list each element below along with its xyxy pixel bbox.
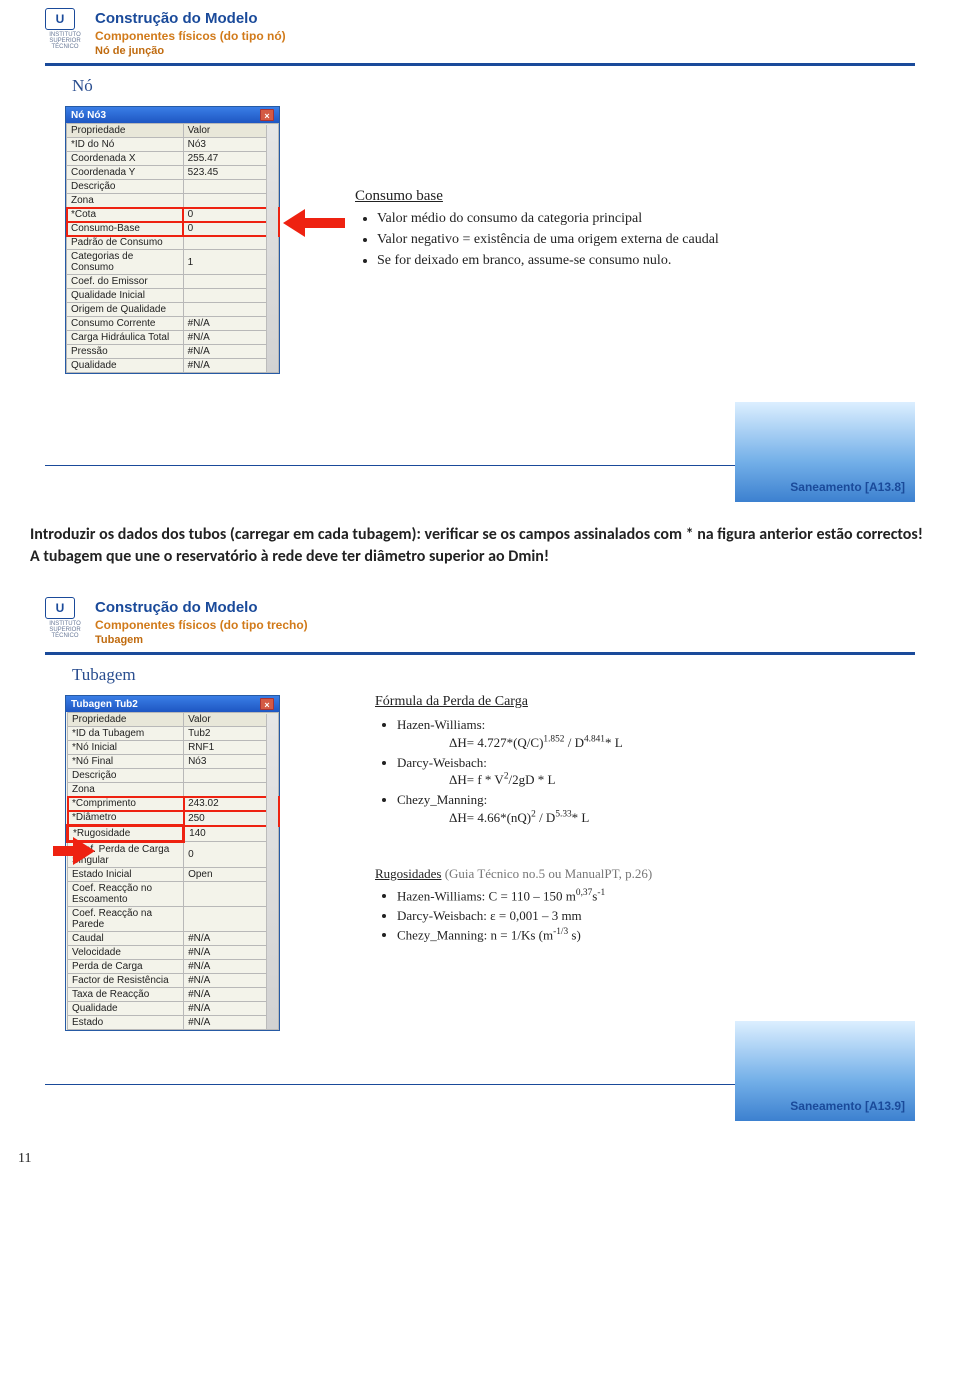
table-row[interactable]: Taxa de Reacção#N/A — [68, 988, 279, 1002]
header-rule — [45, 652, 915, 655]
slide1-footer-ref: Saneamento [A13.8] — [790, 480, 905, 494]
ist-logo: U — [45, 8, 75, 30]
rug-dw: Darcy-Weisbach: ε = 0,001 – 3 mm — [397, 907, 895, 925]
logo-wrap: U INSTITUTOSUPERIORTÉCNICO — [45, 8, 85, 50]
scrollbar[interactable] — [266, 714, 278, 1029]
consumo-base-callout: Consumo base Valor médio do consumo da c… — [355, 186, 875, 273]
table-header-cell: Propriedade — [67, 124, 184, 138]
table-row[interactable]: *Diâmetro250 — [68, 811, 279, 826]
table-row[interactable]: Qualidade#N/A — [67, 359, 279, 373]
table-row[interactable]: Coef. Reacção no Escoamento — [68, 882, 279, 907]
node-properties-dialog[interactable]: Nó Nó3 × PropriedadeValor*ID do NóNó3Coo… — [65, 106, 280, 374]
table-row[interactable]: Origem de Qualidade — [67, 303, 279, 317]
dialog-titlebar[interactable]: Tubagen Tub2 × — [66, 696, 279, 712]
dialog-title: Tubagen Tub2 — [71, 699, 138, 710]
dialog-title: Nó Nó3 — [71, 110, 106, 121]
table-row[interactable]: *Rugosidade140 — [68, 826, 279, 842]
table-row[interactable]: Categorias de Consumo1 — [67, 250, 279, 275]
divider — [45, 1084, 735, 1085]
table-row[interactable]: Caudal#N/A — [68, 932, 279, 946]
callout-title: Fórmula da Perda de Carga — [375, 693, 875, 712]
table-row[interactable]: Padrão de Consumo — [67, 236, 279, 250]
table-row[interactable]: Descrição — [68, 769, 279, 783]
red-arrow-icon — [53, 837, 95, 865]
table-row[interactable]: *Comprimento243.02 — [68, 797, 279, 811]
table-row[interactable]: *Cota0 — [67, 208, 279, 222]
table-row[interactable]: Estado InicialOpen — [68, 868, 279, 882]
red-arrow-icon — [283, 209, 345, 237]
close-icon[interactable]: × — [260, 109, 274, 121]
pipe-properties-table: PropriedadeValor*ID da TubagemTub2*Nó In… — [66, 712, 279, 1030]
table-row[interactable]: Pressão#N/A — [67, 345, 279, 359]
table-row[interactable]: Coordenada Y523.45 — [67, 166, 279, 180]
node-properties-table: PropriedadeValor*ID do NóNó3Coordenada X… — [66, 123, 279, 373]
slide2-footer-ref: Saneamento [A13.9] — [790, 1099, 905, 1113]
close-icon[interactable]: × — [260, 698, 274, 710]
table-row[interactable]: Coef. do Emissor — [67, 275, 279, 289]
table-row[interactable]: Carga Hidráulica Total#N/A — [67, 331, 279, 345]
rug-hw: Hazen-Williams: C = 110 – 150 m0,37s-1 — [397, 887, 895, 905]
divider — [45, 465, 735, 466]
scrollbar[interactable] — [266, 125, 278, 372]
table-row[interactable]: Descrição — [67, 180, 279, 194]
slide1-sub2: Nó de junção — [95, 45, 286, 57]
table-header-cell: Propriedade — [68, 713, 184, 727]
slide2-title: Construção do Modelo — [95, 599, 308, 616]
slide2-sub1: Componentes físicos (do tipo trecho) — [95, 618, 308, 632]
hw-item: Hazen-Williams: ΔH= 4.727*(Q/C)1.852 / D… — [397, 716, 875, 751]
table-row[interactable]: Estado#N/A — [68, 1016, 279, 1030]
table-row[interactable]: Coef. Reacção na Parede — [68, 907, 279, 932]
slide2-header: U INSTITUTOSUPERIORTÉCNICO Construção do… — [45, 589, 915, 650]
section-label-node: Nó — [72, 76, 960, 96]
formula-callout: Fórmula da Perda de Carga Hazen-Williams… — [375, 693, 875, 828]
callout-item: Valor negativo = existência de uma orige… — [377, 231, 875, 250]
table-row[interactable]: *Nó FinalNó3 — [68, 755, 279, 769]
slide1-sub1: Componentes físicos (do tipo nó) — [95, 29, 286, 43]
logo-wrap: U INSTITUTOSUPERIORTÉCNICO — [45, 597, 85, 639]
cm-item: Chezy_Manning: ΔH= 4.66*(nQ)2 / D5.33* L — [397, 791, 875, 826]
slide2-sub2: Tubagem — [95, 634, 308, 646]
table-row[interactable]: Qualidade#N/A — [68, 1002, 279, 1016]
callout-title: Consumo base — [355, 186, 875, 206]
callout-title: Rugosidades — [375, 866, 441, 881]
table-row[interactable]: Perda de Carga#N/A — [68, 960, 279, 974]
slide1-title: Construção do Modelo — [95, 10, 286, 27]
table-row[interactable]: *ID da TubagemTub2 — [68, 727, 279, 741]
page-number: 11 — [18, 1151, 31, 1167]
table-row[interactable]: Zona — [68, 783, 279, 797]
pipe-properties-dialog[interactable]: Tubagen Tub2 × PropriedadeValor*ID da Tu… — [65, 695, 280, 1031]
table-row[interactable]: Velocidade#N/A — [68, 946, 279, 960]
rug-cm: Chezy_Manning: n = 1/Ks (m-1/3 s) — [397, 926, 895, 944]
section-label-tubagem: Tubagem — [72, 665, 960, 685]
table-row[interactable]: Coordenada X255.47 — [67, 152, 279, 166]
slide2-body: Tubagen Tub2 × PropriedadeValor*ID da Tu… — [45, 695, 915, 1135]
table-row[interactable]: Factor de Resistência#N/A — [68, 974, 279, 988]
slide1-header: U INSTITUTOSUPERIORTÉCNICO Construção do… — [45, 0, 915, 61]
table-row[interactable]: Qualidade Inicial — [67, 289, 279, 303]
table-row[interactable]: *ID do NóNó3 — [67, 138, 279, 152]
header-rule — [45, 63, 915, 66]
slide1-body: Nó Nó3 × PropriedadeValor*ID do NóNó3Coo… — [45, 106, 915, 496]
dialog-titlebar[interactable]: Nó Nó3 × — [66, 107, 279, 123]
table-header-cell: Valor — [183, 124, 278, 138]
dw-item: Darcy-Weisbach: ΔH= f * V2/2gD * L — [397, 754, 875, 789]
rugosidades-callout: Rugosidades (Guia Técnico no.5 ou Manual… — [375, 865, 895, 946]
table-row[interactable]: Coef. Perda de Carga Singular0 — [68, 842, 279, 868]
callout-item: Valor médio do consumo da categoria prin… — [377, 210, 875, 229]
table-row[interactable]: Consumo-Base0 — [67, 222, 279, 236]
table-row[interactable]: *Nó InicialRNF1 — [68, 741, 279, 755]
ist-logo: U — [45, 597, 75, 619]
table-row[interactable]: Consumo Corrente#N/A — [67, 317, 279, 331]
callout-item: Se for deixado em branco, assume-se cons… — [377, 252, 875, 271]
table-header-cell: Valor — [184, 713, 279, 727]
table-row[interactable]: Zona — [67, 194, 279, 208]
instruction-paragraph: Introduzir os dados dos tubos (carregar … — [30, 524, 930, 567]
